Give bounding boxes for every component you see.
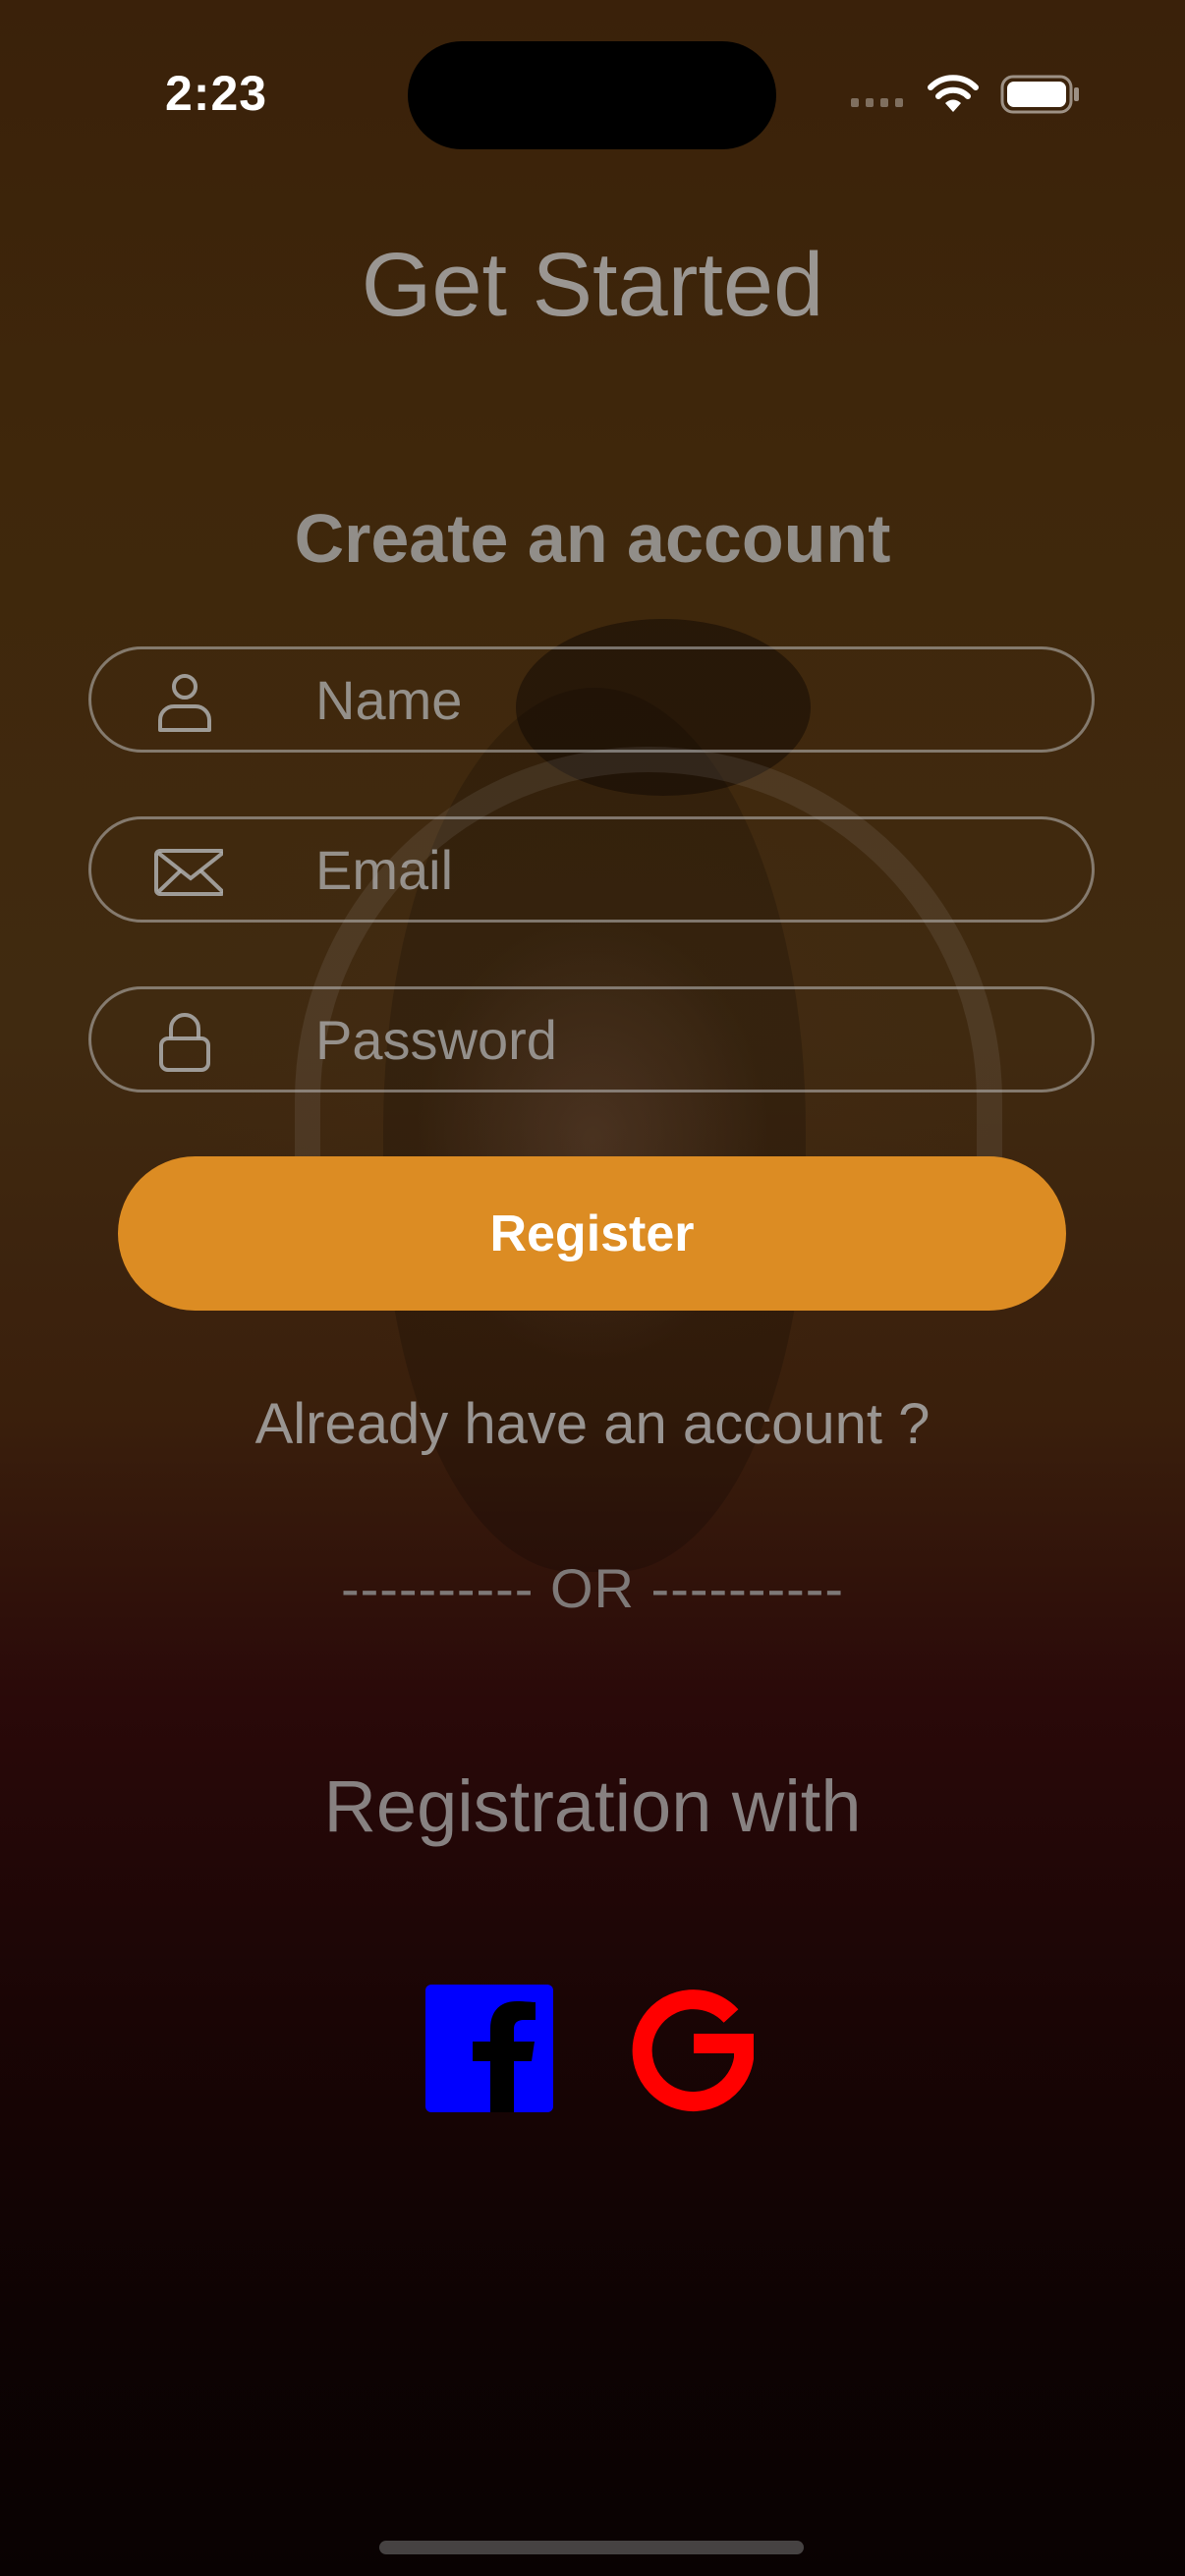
google-icon[interactable] xyxy=(629,1985,757,2112)
social-registration-heading: Registration with xyxy=(323,1765,862,1847)
password-field[interactable] xyxy=(88,986,1095,1092)
envelope-icon xyxy=(154,849,223,896)
page-subtitle: Create an account xyxy=(294,500,891,577)
person-icon xyxy=(158,674,211,732)
facebook-icon[interactable] xyxy=(425,1985,553,2112)
or-divider: ---------- OR ---------- xyxy=(340,1557,845,1619)
email-field[interactable] xyxy=(88,816,1095,923)
wifi-icon xyxy=(928,75,979,112)
email-input[interactable] xyxy=(315,819,1062,920)
page-title: Get Started xyxy=(361,235,824,335)
home-indicator xyxy=(379,2541,804,2554)
login-link[interactable]: Already have an account ? xyxy=(0,1391,1185,1457)
lock-icon xyxy=(159,1013,210,1072)
password-input[interactable] xyxy=(315,989,1062,1090)
cellular-signal-icon xyxy=(851,98,903,107)
battery-icon xyxy=(1000,75,1079,114)
name-input[interactable] xyxy=(315,649,1062,750)
status-bar: 2:23 xyxy=(0,0,1185,196)
register-button[interactable]: Register xyxy=(118,1156,1066,1311)
name-field[interactable] xyxy=(88,646,1095,753)
status-time: 2:23 xyxy=(165,66,268,121)
dynamic-island xyxy=(408,41,776,149)
